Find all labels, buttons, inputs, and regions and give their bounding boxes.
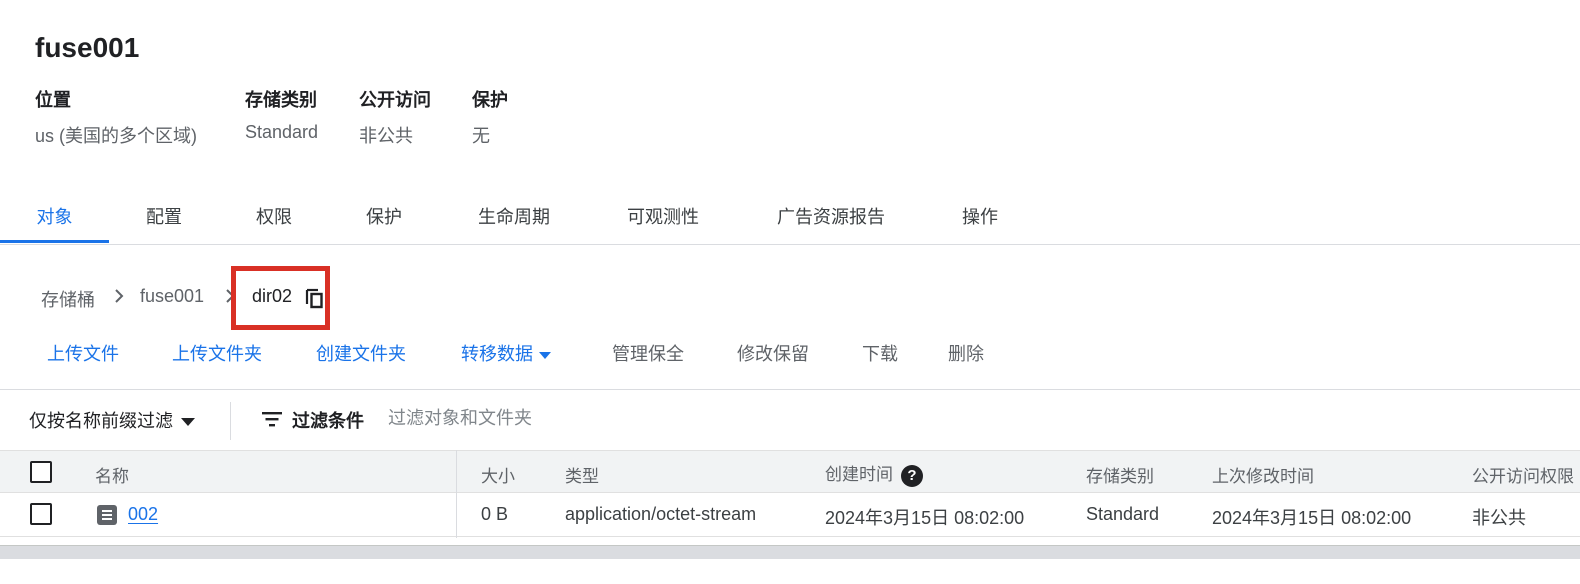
meta-public-access-label: 公开访问 <box>359 90 431 110</box>
caret-down-icon <box>539 351 551 359</box>
object-name[interactable]: 002 <box>128 504 158 524</box>
table-header: 名称 大小 类型 创建时间? 存储类别 上次修改时间 公开访问权限 <box>0 450 1580 493</box>
help-icon[interactable]: ? <box>901 464 923 487</box>
meta-protection-value: 无 <box>472 126 490 146</box>
object-size: 0 B <box>481 504 509 524</box>
column-header-type[interactable]: 类型 <box>565 462 599 487</box>
tab-permissions[interactable]: 权限 <box>219 190 329 245</box>
upload-files-button[interactable]: 上传文件 <box>47 340 119 366</box>
prefix-filter-dropdown[interactable]: 仅按名称前缀过滤 <box>29 407 195 433</box>
tab-observability[interactable]: 可观测性 <box>589 190 737 245</box>
upload-folder-button[interactable]: 上传文件夹 <box>172 340 262 366</box>
filter-separator <box>230 402 231 440</box>
column-resize-divider[interactable] <box>456 450 457 538</box>
object-storage-class: Standard <box>1086 504 1160 524</box>
filter-list-icon[interactable] <box>262 411 282 427</box>
meta-storage-class: 存储类别 Standard <box>245 86 318 143</box>
download-button[interactable]: 下载 <box>862 340 898 366</box>
tab-bar: 对象 配置 权限 保护 生命周期 可观测性 广告资源报告 操作 <box>0 190 1580 245</box>
active-tab-indicator <box>0 240 109 243</box>
row-checkbox[interactable] <box>30 503 52 525</box>
column-header-size[interactable]: 大小 <box>481 462 515 487</box>
meta-public-access-value: 非公共 <box>359 126 413 146</box>
meta-protection-label: 保护 <box>472 90 508 110</box>
transfer-data-button[interactable]: 转移数据 <box>461 340 551 366</box>
bucket-title: fuse001 <box>35 32 140 63</box>
filter-bar: 仅按名称前缀过滤 过滤条件 <box>0 396 1580 444</box>
meta-location: 位置 us (美国的多个区域) <box>35 86 197 148</box>
edit-retention-button[interactable]: 修改保留 <box>737 340 809 366</box>
meta-storage-class-value: Standard <box>245 122 319 142</box>
filter-input[interactable] <box>388 404 988 432</box>
meta-location-label: 位置 <box>35 90 71 110</box>
column-header-last-modified[interactable]: 上次修改时间 <box>1212 462 1314 487</box>
tab-objects[interactable]: 对象 <box>0 190 109 245</box>
file-icon <box>97 505 117 525</box>
column-header-public-access[interactable]: 公开访问权限 <box>1472 462 1574 487</box>
meta-location-value: us (美国的多个区域) <box>35 126 197 146</box>
tab-configuration[interactable]: 配置 <box>109 190 219 245</box>
column-header-name[interactable]: 名称 <box>95 462 129 487</box>
transfer-data-label: 转移数据 <box>461 344 533 364</box>
column-header-created[interactable]: 创建时间? <box>825 460 923 487</box>
horizontal-scrollbar[interactable] <box>0 545 1580 559</box>
manage-holds-button[interactable]: 管理保全 <box>612 340 684 366</box>
toolbar-divider <box>0 389 1580 390</box>
object-last-modified: 2024年3月15日 08:02:00 <box>1212 508 1412 528</box>
object-name-link[interactable]: 002 <box>128 504 158 525</box>
tab-lifecycle[interactable]: 生命周期 <box>439 190 589 245</box>
object-created: 2024年3月15日 08:02:00 <box>825 508 1025 528</box>
select-all-checkbox[interactable] <box>30 461 52 483</box>
column-header-created-label: 创建时间 <box>825 465 893 484</box>
filter-label: 过滤条件 <box>292 411 364 431</box>
column-header-storage-class[interactable]: 存储类别 <box>1086 462 1154 487</box>
tab-operations[interactable]: 操作 <box>925 190 1035 245</box>
breadcrumb-item-buckets[interactable]: 存储桶 <box>41 286 95 312</box>
caret-down-icon <box>181 418 195 427</box>
object-type: application/octet-stream <box>565 504 757 524</box>
meta-storage-class-label: 存储类别 <box>245 90 317 110</box>
meta-public-access: 公开访问 非公共 <box>359 86 431 148</box>
chevron-right-icon <box>115 289 124 303</box>
prefix-filter-label: 仅按名称前缀过滤 <box>29 411 173 431</box>
create-folder-button[interactable]: 创建文件夹 <box>316 340 406 366</box>
meta-protection: 保护 无 <box>472 86 508 148</box>
copy-icon[interactable] <box>305 287 325 309</box>
object-public-access: 非公共 <box>1472 508 1526 528</box>
table-row[interactable]: 002 0 B application/octet-stream 2024年3月… <box>0 493 1580 537</box>
delete-button[interactable]: 删除 <box>948 340 984 366</box>
tab-inventory-reports[interactable]: 广告资源报告 <box>737 190 925 245</box>
tab-protection[interactable]: 保护 <box>329 190 439 245</box>
breadcrumb-item-bucket[interactable]: fuse001 <box>140 286 204 307</box>
